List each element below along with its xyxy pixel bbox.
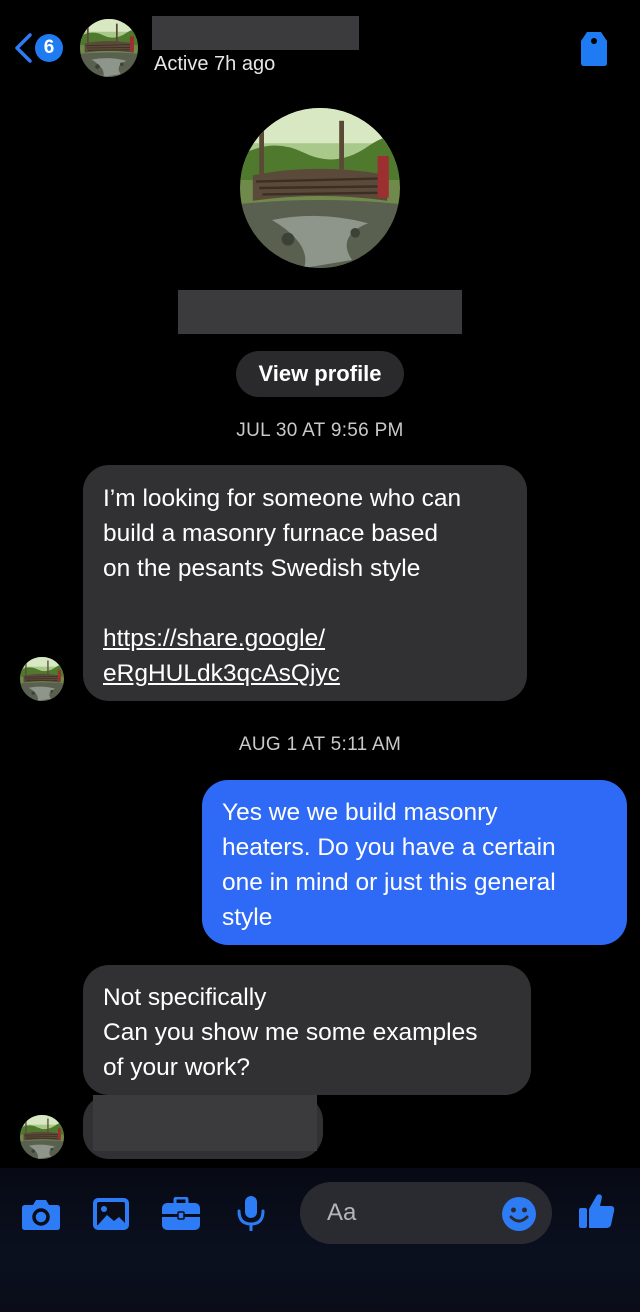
message-line: Not specifically — [103, 984, 267, 1011]
message-line: build a masonry furnace based — [103, 520, 439, 547]
microphone-icon[interactable] — [230, 1193, 272, 1235]
incoming-message[interactable]: Not specifically Can you show me some ex… — [83, 965, 531, 1095]
incoming-message[interactable]: I’m looking for someone who can build a … — [83, 465, 527, 701]
back-button[interactable]: 6 — [12, 30, 68, 66]
timestamp: AUG 1 AT 5:11 AM — [238, 734, 402, 755]
briefcase-icon[interactable] — [160, 1193, 202, 1235]
contact-avatar[interactable] — [80, 19, 138, 77]
message-line: I’m looking for someone who can — [103, 485, 462, 512]
message-line: Yes we we build masonry — [222, 799, 498, 826]
photo-icon[interactable] — [90, 1193, 132, 1235]
sender-avatar[interactable] — [20, 1115, 64, 1159]
message-line: heaters. Do you have a certain — [222, 834, 556, 861]
message-line: on the pesants Swedish style — [103, 555, 421, 582]
incoming-message-redacted[interactable] — [83, 1095, 323, 1159]
chevron-left-icon — [15, 33, 32, 63]
tag-icon[interactable] — [578, 28, 610, 68]
profile-avatar[interactable] — [240, 108, 400, 268]
conversation-header: 6 Active 7h ago — [0, 0, 640, 100]
sender-avatar[interactable] — [20, 657, 64, 701]
unread-count-badge: 6 — [35, 34, 63, 62]
message-link[interactable]: https://share.google/ eRgHULdk3qcAsQjyc — [103, 621, 507, 691]
emoji-icon[interactable] — [501, 1196, 537, 1232]
profile-name-redacted — [178, 290, 462, 334]
thumbs-up-icon[interactable] — [576, 1190, 618, 1232]
message-line: of your work? — [103, 1054, 251, 1081]
outgoing-message[interactable]: Yes we we build masonry heaters. Do you … — [202, 780, 627, 945]
message-line: one in mind or just this general — [222, 869, 556, 896]
timestamp: JUL 30 AT 9:56 PM — [236, 420, 404, 441]
link-line[interactable]: https://share.google/ — [103, 621, 507, 656]
link-line[interactable]: eRgHULdk3qcAsQjyc — [103, 656, 507, 691]
message-line: Can you show me some examples — [103, 1019, 478, 1046]
camera-icon[interactable] — [20, 1193, 62, 1235]
contact-name-redacted[interactable] — [152, 16, 359, 50]
active-status: Active 7h ago — [154, 53, 276, 75]
redacted-content — [93, 1095, 317, 1151]
message-line: style — [222, 904, 273, 931]
view-profile-button[interactable]: View profile — [236, 351, 404, 397]
